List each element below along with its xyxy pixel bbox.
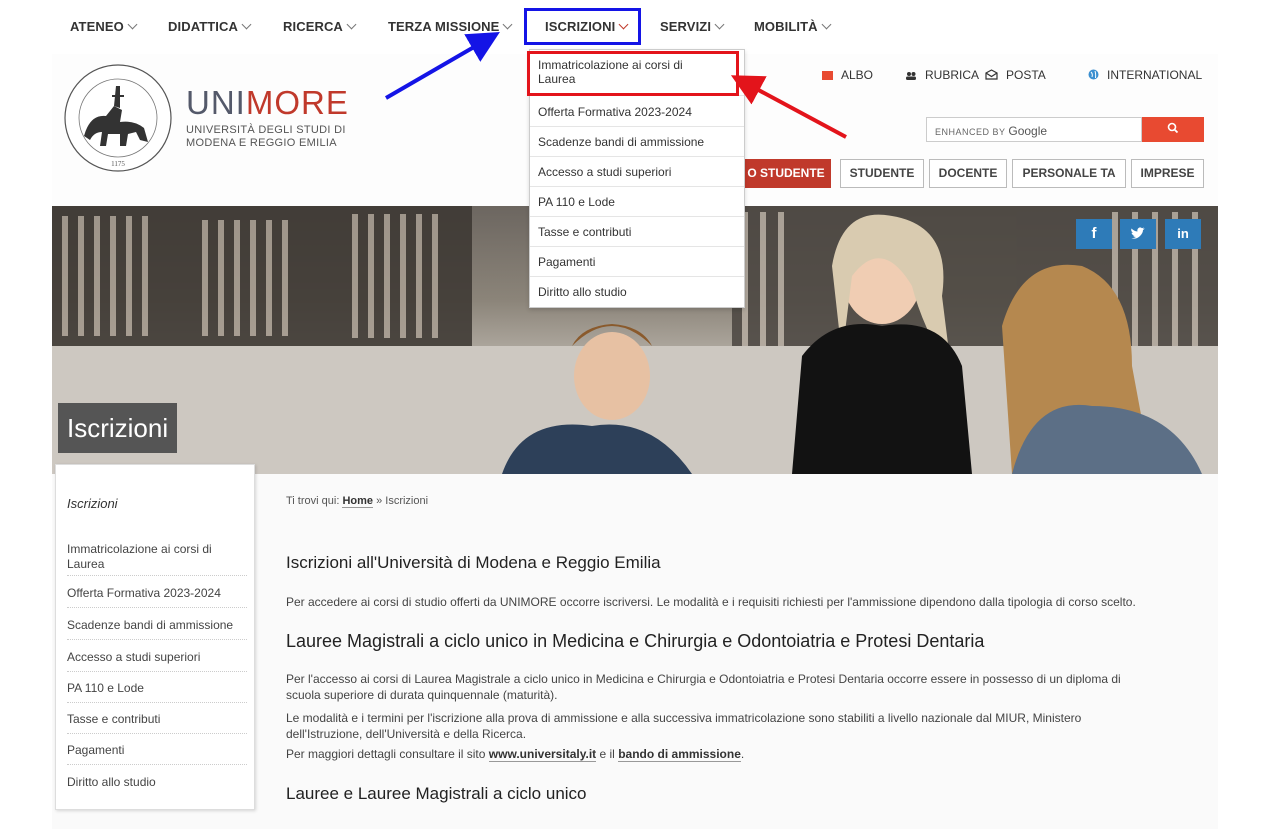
sidebar-item-tasse[interactable]: Tasse e contributi [67, 712, 247, 734]
dropdown-item-scadenze[interactable]: Scadenze bandi di ammissione [530, 127, 744, 157]
dropdown-item-tasse[interactable]: Tasse e contributi [530, 217, 744, 247]
sidebar-item-offerta-formativa[interactable]: Offerta Formativa 2023-2024 [67, 586, 247, 608]
twitter-icon [1130, 227, 1146, 244]
role-imprese-button[interactable]: IMPRESE [1131, 159, 1204, 188]
sidebar-item-pagamenti[interactable]: Pagamenti [67, 743, 247, 765]
top-navigation: ATENEO DIDATTICA RICERCA TERZA MISSIONE … [0, 0, 1286, 54]
role-personale-ta-button[interactable]: PERSONALE TA [1012, 159, 1126, 188]
search-icon [1167, 122, 1179, 137]
utility-albo[interactable]: ALBO [822, 68, 873, 82]
sidebar-item-accesso[interactable]: Accesso a studi superiori [67, 650, 247, 672]
linkedin-share-button[interactable]: in [1165, 219, 1201, 249]
search-button[interactable] [1142, 117, 1204, 142]
content-paragraph-2d: dell'Istruzione, dell'Università e della… [286, 727, 527, 741]
university-seal-logo[interactable]: 1175 [62, 62, 174, 174]
dropdown-item-accesso[interactable]: Accesso a studi superiori [530, 157, 744, 187]
highlight-box-blue [524, 8, 641, 45]
sidebar-item-diritto[interactable]: Diritto allo studio [67, 775, 247, 797]
nav-mobilita[interactable]: MOBILITÀ [754, 19, 832, 34]
breadcrumb: Ti trovi qui: Home » Iscrizioni [286, 495, 429, 508]
nav-ateneo[interactable]: ATENEO [70, 19, 138, 34]
dropdown-item-pa110[interactable]: PA 110 e Lode [530, 187, 744, 217]
content-paragraph-2e: Per maggiori dettagli consultare il sito… [286, 747, 745, 762]
globe-icon [1088, 69, 1099, 80]
search-input[interactable]: ENHANCED BY Google [926, 117, 1142, 142]
role-studente-button[interactable]: STUDENTE [840, 159, 924, 188]
mail-icon [985, 69, 998, 80]
chevron-down-icon [821, 19, 832, 30]
breadcrumb-home-link[interactable]: Home [342, 495, 374, 508]
universitaly-link[interactable]: www.universitaly.it [488, 747, 597, 762]
chevron-down-icon [127, 19, 138, 30]
dropdown-item-pagamenti[interactable]: Pagamenti [530, 247, 744, 277]
role-docente-button[interactable]: DOCENTE [929, 159, 1007, 188]
bando-ammissione-link[interactable]: bando di ammissione [618, 747, 741, 762]
facebook-icon: f [1091, 225, 1097, 242]
brand-subtitle-1: UNIVERSITÀ DEGLI STUDI DI [186, 124, 346, 136]
role-futuro-studente-button[interactable]: O STUDENTE [741, 159, 831, 188]
facebook-share-button[interactable]: f [1076, 219, 1112, 249]
seal-year: 1175 [111, 160, 125, 168]
content-heading-3: Lauree e Lauree Magistrali a ciclo unico [286, 784, 587, 803]
content-paragraph-2a: Per l'accesso ai corsi di Laurea Magistr… [286, 672, 1121, 686]
page-hero-title: Iscrizioni [58, 403, 178, 453]
brand[interactable]: UNIMORE UNIVERSITÀ DEGLI STUDI DI MODENA… [186, 86, 349, 150]
sidebar-item-pa110[interactable]: PA 110 e Lode [67, 681, 247, 703]
chevron-down-icon [346, 19, 357, 30]
utility-posta[interactable]: POSTA [985, 68, 1046, 82]
utility-rubrica[interactable]: RUBRICA [905, 68, 979, 82]
chevron-down-icon [714, 19, 725, 30]
content-heading-2: Lauree Magistrali a ciclo unico in Medic… [286, 631, 985, 651]
sidebar-title: Iscrizioni [67, 496, 118, 511]
nav-didattica[interactable]: DIDATTICA [168, 19, 252, 34]
linkedin-icon: in [1177, 226, 1189, 241]
content-paragraph-2b: scuola superiore di durata quinquennale … [286, 688, 558, 702]
dropdown-item-offerta-formativa[interactable]: Offerta Formativa 2023-2024 [530, 97, 744, 127]
twitter-share-button[interactable] [1120, 219, 1156, 249]
unimore-logo: UNIMORE [186, 84, 349, 121]
nav-terza-missione[interactable]: TERZA MISSIONE [388, 19, 513, 34]
google-branding: ENHANCED BY Google [935, 124, 1048, 138]
dropdown-item-diritto[interactable]: Diritto allo studio [530, 277, 744, 307]
sidebar-item-immatricolazione[interactable]: Immatricolazione ai corsi di Laurea [67, 542, 247, 576]
content-paragraph-1: Per accedere ai corsi di studio offerti … [286, 595, 1136, 609]
highlight-box-red [527, 51, 739, 96]
utility-international[interactable]: INTERNATIONAL [1088, 68, 1202, 82]
nav-ricerca[interactable]: RICERCA [283, 19, 357, 34]
chevron-down-icon [241, 19, 252, 30]
content-paragraph-2c: Le modalità e i termini per l'iscrizione… [286, 711, 1082, 725]
folder-icon [822, 71, 833, 80]
content-heading-1: Iscrizioni all'Università di Modena e Re… [286, 553, 661, 572]
chevron-down-icon [502, 19, 513, 30]
brand-subtitle-2: MODENA E REGGIO EMILIA [186, 137, 337, 149]
nav-servizi[interactable]: SERVIZI [660, 19, 725, 34]
sidebar-menu: Iscrizioni Immatricolazione ai corsi di … [55, 464, 255, 810]
people-icon [905, 69, 917, 80]
sidebar-item-scadenze[interactable]: Scadenze bandi di ammissione [67, 618, 247, 640]
